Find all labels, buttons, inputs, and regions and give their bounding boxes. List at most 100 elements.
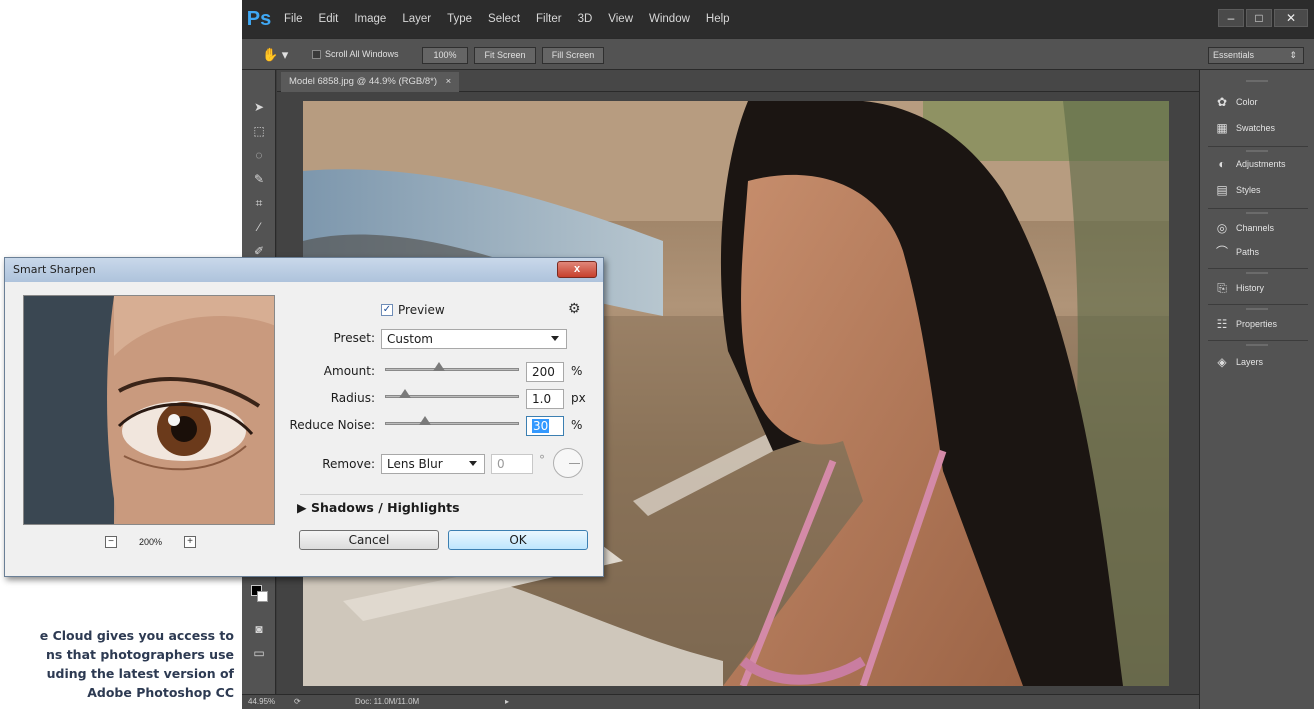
reduce-noise-unit: % <box>571 418 583 432</box>
reduce-noise-input[interactable]: 30 <box>526 416 564 436</box>
menu-help[interactable]: Help <box>698 13 738 25</box>
scroll-all-windows-label: Scroll All Windows <box>325 49 399 59</box>
ok-button[interactable]: OK <box>448 530 588 550</box>
zoom-100-button[interactable]: 100% <box>422 47 468 64</box>
menu-file[interactable]: File <box>276 13 311 25</box>
close-window-button[interactable]: ✕ <box>1274 9 1308 27</box>
panel-grip[interactable] <box>1246 344 1268 346</box>
document-tab[interactable]: Model 6858.jpg @ 44.9% (RGB/8*) × <box>281 72 460 92</box>
document-tab-label: Model 6858.jpg @ 44.9% (RGB/8*) <box>289 76 437 87</box>
options-bar: ✋ ▾ Scroll All Windows 100% Fit Screen F… <box>242 38 1314 70</box>
menu-filter[interactable]: Filter <box>528 13 570 25</box>
panel-divider <box>1208 146 1308 147</box>
fit-screen-button[interactable]: Fit Screen <box>474 47 536 64</box>
crop-tool-icon[interactable]: ⌗ <box>249 194 269 212</box>
chevron-down-icon <box>551 336 559 341</box>
panel-layers[interactable]: ◈ Layers <box>1214 352 1263 372</box>
status-arrow-icon[interactable]: ▸ <box>505 695 509 709</box>
preview-image[interactable] <box>23 295 275 525</box>
move-tool-icon[interactable]: ➤ <box>249 98 269 116</box>
eyedropper-tool-icon[interactable]: ⁄ <box>249 218 269 236</box>
amount-input[interactable]: 200 <box>526 362 564 382</box>
panel-adjustments[interactable]: ◐ Adjustments <box>1214 154 1286 174</box>
fill-screen-button[interactable]: Fill Screen <box>542 47 604 64</box>
panel-history[interactable]: ⎘ History <box>1214 278 1264 298</box>
paths-icon: ⌒ <box>1215 245 1228 259</box>
angle-dial[interactable] <box>553 448 583 478</box>
workspace-value: Essentials <box>1213 50 1255 60</box>
panel-swatches[interactable]: ▦ Swatches <box>1214 118 1275 138</box>
panel-channels[interactable]: ◎ Channels <box>1214 218 1274 238</box>
quick-mask-icon[interactable]: ◙ <box>249 620 269 638</box>
remove-select[interactable]: Lens Blur <box>381 454 485 474</box>
amount-slider[interactable] <box>385 368 519 371</box>
preview-checkbox[interactable]: ✓ <box>381 304 393 316</box>
maximize-button[interactable]: □ <box>1246 9 1272 27</box>
reduce-noise-label: Reduce Noise: <box>289 418 375 432</box>
panel-grip[interactable] <box>1246 80 1268 82</box>
document-tab-close-icon[interactable]: × <box>446 76 452 87</box>
status-zoom-icon[interactable]: ⟳ <box>294 695 301 709</box>
panel-adjustments-label: Adjustments <box>1236 159 1286 169</box>
hand-tool-icon[interactable]: ✋ ▾ <box>262 47 292 64</box>
shadows-highlights-toggle[interactable]: ▶ Shadows / Highlights <box>297 500 460 515</box>
status-zoom[interactable]: 44.95% <box>248 695 275 709</box>
zoom-in-button[interactable]: + <box>184 536 197 548</box>
panel-grip[interactable] <box>1246 212 1268 214</box>
menu-edit[interactable]: Edit <box>311 13 347 25</box>
panel-grip[interactable] <box>1246 308 1268 310</box>
photoshop-logo: Ps <box>246 7 272 30</box>
workspace-select[interactable]: Essentials ⇕ <box>1208 47 1304 64</box>
panel-divider <box>1208 268 1308 269</box>
radius-label: Radius: <box>330 391 375 405</box>
zoom-out-button[interactable]: − <box>105 536 117 548</box>
foreground-background-colors-icon[interactable] <box>249 584 269 602</box>
preset-value: Custom <box>387 332 433 346</box>
adjustments-icon: ◐ <box>1218 157 1226 171</box>
marquee-tool-icon[interactable]: ⬚ <box>249 122 269 140</box>
reduce-noise-slider[interactable] <box>385 422 519 425</box>
remove-label: Remove: <box>322 457 375 471</box>
amount-unit: % <box>571 364 583 378</box>
panel-styles[interactable]: ▤ Styles <box>1214 180 1260 200</box>
panel-grip[interactable] <box>1246 272 1268 274</box>
workspace-arrows-icon: ⇕ <box>1289 50 1297 60</box>
menu-type[interactable]: Type <box>439 13 480 25</box>
caption-line: e Cloud gives you access to <box>39 628 234 643</box>
gear-icon[interactable]: ⚙ <box>568 300 581 317</box>
angle-input[interactable]: 0 <box>491 454 533 474</box>
panel-color[interactable]: ✿ Color <box>1214 92 1258 112</box>
panel-channels-label: Channels <box>1236 223 1275 233</box>
panel-divider <box>1208 208 1308 209</box>
cancel-button[interactable]: Cancel <box>299 530 439 550</box>
menu-3d[interactable]: 3D <box>570 13 601 25</box>
panel-properties[interactable]: ☷ Properties <box>1214 314 1277 334</box>
menu-window[interactable]: Window <box>641 13 698 25</box>
shadows-highlights-label: Shadows / Highlights <box>310 500 460 515</box>
minimize-button[interactable]: – <box>1218 9 1244 27</box>
reduce-noise-slider-thumb[interactable] <box>419 416 432 425</box>
menu-image[interactable]: Image <box>346 13 394 25</box>
menu-view[interactable]: View <box>600 13 641 25</box>
preset-select[interactable]: Custom <box>381 329 567 349</box>
menu-layer[interactable]: Layer <box>394 13 439 25</box>
checkbox-icon <box>312 50 321 60</box>
scroll-all-windows-checkbox[interactable]: Scroll All Windows <box>312 47 399 64</box>
preview-label: Preview <box>398 303 445 317</box>
dialog-close-button[interactable]: x <box>557 261 597 278</box>
dialog-titlebar[interactable]: Smart Sharpen x <box>5 258 603 282</box>
panel-grip[interactable] <box>1246 150 1268 152</box>
quick-selection-tool-icon[interactable]: ✎ <box>249 170 269 188</box>
amount-slider-thumb[interactable] <box>432 362 445 371</box>
panel-color-label: Color <box>1236 97 1258 107</box>
lasso-tool-icon[interactable]: ◌ <box>249 146 269 164</box>
menu-select[interactable]: Select <box>480 13 528 25</box>
radius-slider-thumb[interactable] <box>399 389 412 398</box>
screen-mode-icon[interactable]: ▭ <box>249 644 269 662</box>
radius-input[interactable]: 1.0 <box>526 389 564 409</box>
properties-icon: ☷ <box>1216 317 1228 331</box>
window-controls: – □ ✕ <box>1218 9 1308 27</box>
panel-layers-label: Layers <box>1236 357 1264 367</box>
panel-paths[interactable]: ⌒ Paths <box>1214 242 1259 262</box>
document-tab-bar: Model 6858.jpg @ 44.9% (RGB/8*) × <box>277 70 1199 92</box>
